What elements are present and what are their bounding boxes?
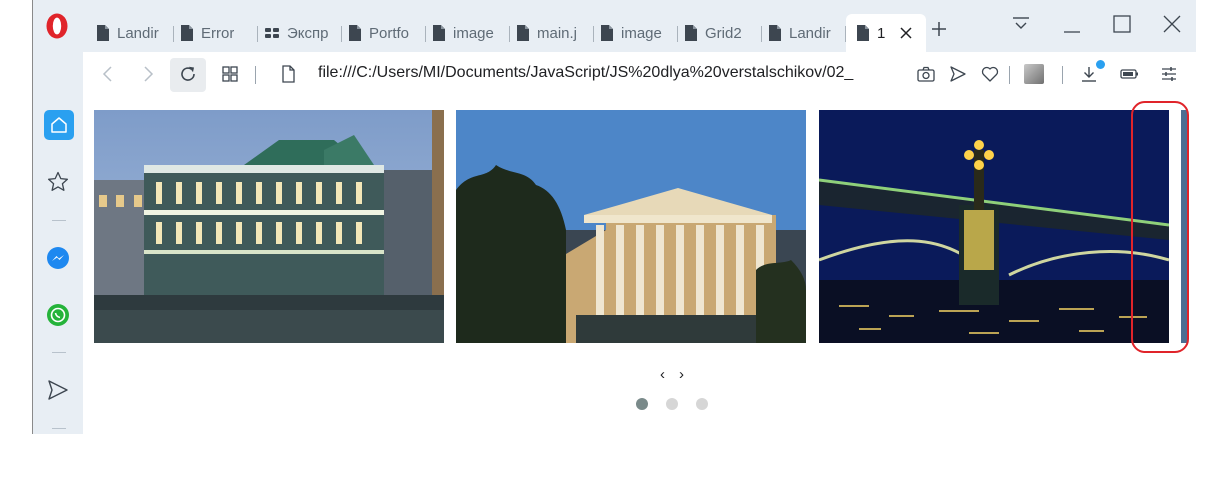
page-content: ‹ › (83, 98, 1196, 434)
browser-window: Landir Error Экспр Portfo image main.j i… (32, 0, 1196, 434)
tab-label: Landir (789, 24, 831, 42)
tab-label: image (453, 24, 494, 42)
back-arrow-icon[interactable] (98, 64, 118, 84)
tab-active[interactable]: 1 (846, 14, 926, 52)
sidebar-item-home[interactable] (44, 110, 74, 140)
tab-8[interactable]: Grid2 (678, 14, 762, 52)
easy-setup-sliders-icon[interactable] (1159, 64, 1179, 84)
tab-6[interactable]: main.j (510, 14, 594, 52)
whatsapp-icon[interactable] (46, 303, 70, 327)
tab-9[interactable]: Landir (762, 14, 846, 52)
maximize-icon[interactable] (1110, 12, 1134, 36)
document-icon (601, 25, 613, 41)
document-icon (857, 25, 869, 41)
close-window-icon[interactable] (1160, 12, 1184, 36)
tab-strip: Landir Error Экспр Portfo image main.j i… (90, 14, 926, 52)
toolbar-divider (255, 66, 256, 84)
slider-prev-arrow[interactable]: ‹ (660, 366, 665, 383)
page-info-document-icon[interactable] (278, 64, 298, 84)
tab-5[interactable]: image (426, 14, 510, 52)
send-to-flow-icon[interactable] (948, 64, 968, 84)
extension-icon[interactable] (1024, 64, 1044, 84)
tab-label: Error (201, 24, 235, 42)
slider-dot-2[interactable] (666, 398, 678, 410)
document-icon (349, 25, 361, 41)
close-tab-icon[interactable] (899, 26, 913, 40)
tab-3[interactable]: Экспр (258, 14, 342, 52)
tab-label: Portfo (369, 24, 410, 42)
new-tab-icon[interactable] (930, 20, 948, 38)
download-notification-dot (1096, 60, 1105, 69)
document-icon (181, 25, 193, 41)
minimize-icon[interactable] (1060, 12, 1084, 36)
messenger-icon[interactable] (46, 246, 70, 270)
slide-palace-image (94, 110, 444, 343)
slider-dot-1[interactable] (636, 398, 648, 410)
tab-label: Grid2 (705, 24, 742, 42)
bookmark-heart-icon[interactable] (980, 64, 1000, 84)
forward-arrow-icon[interactable] (138, 64, 158, 84)
tab-menu-icon[interactable] (1009, 12, 1033, 36)
address-bar[interactable]: file:///C:/Users/MI/Documents/JavaScript… (318, 64, 896, 86)
bookmarks-star-icon[interactable] (46, 170, 70, 194)
send-arrow-icon[interactable] (46, 378, 70, 402)
sidebar-divider (52, 352, 66, 353)
tab-label: Экспр (287, 24, 329, 42)
red-highlight-annotation (1131, 101, 1189, 353)
sidebar (33, 52, 83, 434)
battery-saver-icon[interactable] (1119, 64, 1139, 84)
tab-label: main.j (537, 24, 578, 42)
apps-grid-icon (265, 28, 279, 38)
snapshot-camera-icon[interactable] (916, 64, 936, 84)
tab-label: Landir (117, 24, 159, 42)
slide-columns-building-image (456, 110, 806, 343)
tab-label: image (621, 24, 662, 42)
tab-2[interactable]: Error (174, 14, 258, 52)
tab-4[interactable]: Portfo (342, 14, 426, 52)
tab-label: 1 (877, 24, 886, 42)
document-icon (433, 25, 445, 41)
tab-bar: Landir Error Экспр Portfo image main.j i… (33, 0, 1196, 52)
slider-next-arrow[interactable]: › (679, 366, 684, 383)
opera-logo-icon[interactable] (45, 12, 69, 40)
home-icon (51, 117, 67, 133)
toolbar-divider (1062, 66, 1063, 84)
navigation-toolbar: file:///C:/Users/MI/Documents/JavaScript… (83, 52, 1196, 98)
document-icon (685, 25, 697, 41)
sidebar-divider (52, 428, 66, 429)
document-icon (97, 25, 109, 41)
toolbar-divider (1009, 66, 1010, 84)
reload-icon (181, 66, 195, 81)
sidebar-divider (52, 220, 66, 221)
slide-bridge-night-image (819, 110, 1169, 343)
document-icon (517, 25, 529, 41)
document-icon (769, 25, 781, 41)
tab-7[interactable]: image (594, 14, 678, 52)
tab-1[interactable]: Landir (90, 14, 174, 52)
speed-dial-grid-icon[interactable] (220, 64, 240, 84)
slider-dot-3[interactable] (696, 398, 708, 410)
